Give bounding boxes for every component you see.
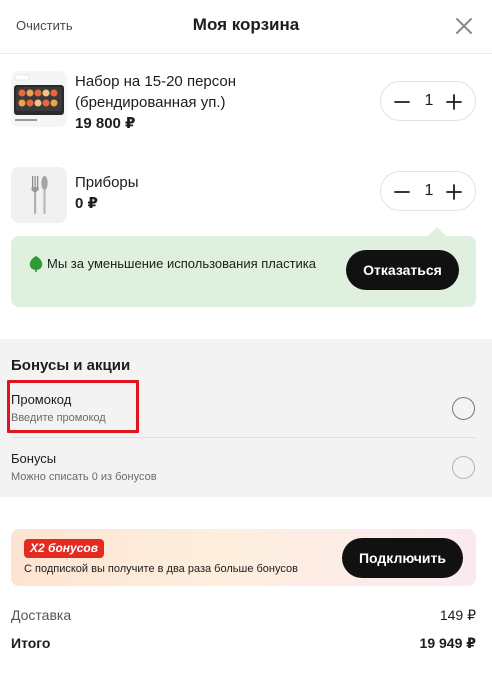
- delivery-label: Доставка: [11, 607, 72, 623]
- bonuses-label: Бонусы: [11, 451, 57, 466]
- cart-item: Набор на 15-20 персон (брендированная уп…: [0, 70, 492, 132]
- bonuses-section: Бонусы и акции Промокод Введите промокод…: [0, 339, 492, 497]
- cart-item: Приборы 0 ₽ 1: [0, 166, 492, 223]
- page-title: Моя корзина: [192, 15, 300, 34]
- quantity-stepper: 1: [380, 81, 476, 121]
- bonuses-option[interactable]: Бонусы Можно списать 0 из бонусов: [0, 445, 492, 495]
- close-button[interactable]: [452, 14, 476, 38]
- item-image[interactable]: [11, 167, 67, 223]
- divider: [11, 437, 476, 438]
- promo-code-radio[interactable]: [452, 397, 475, 420]
- minus-icon[interactable]: [393, 93, 411, 111]
- item-image[interactable]: [11, 71, 67, 127]
- quantity-stepper: 1: [380, 171, 476, 211]
- delivery-row: Доставка 149 ₽: [11, 607, 476, 627]
- x2-bonus-badge: X2 бонусов: [24, 539, 104, 558]
- bonuses-radio[interactable]: [452, 456, 475, 479]
- total-value: 19 949 ₽: [419, 635, 476, 651]
- quantity-value: 1: [424, 92, 434, 109]
- total-row: Итого 19 949 ₽: [11, 635, 476, 657]
- eco-banner-text: Мы за уменьшение использования пластика: [47, 256, 317, 271]
- total-label: Итого: [11, 635, 51, 651]
- item-info: Приборы 0 ₽: [75, 172, 139, 214]
- selection-highlight: [7, 380, 139, 433]
- item-info: Набор на 15-20 персон (брендированная уп…: [75, 71, 236, 134]
- eco-banner: Мы за уменьшение использования пластика …: [11, 227, 476, 307]
- subscription-text: С подпиской вы получите в два раза больш…: [24, 563, 298, 575]
- bonuses-available: Можно списать 0 из бонусов: [11, 471, 157, 483]
- item-name[interactable]: Набор на 15-20 персон: [75, 71, 236, 92]
- plus-icon[interactable]: [445, 93, 463, 111]
- item-name-secondary: (брендированная уп.): [75, 94, 226, 111]
- quantity-value: 1: [424, 182, 434, 199]
- item-name[interactable]: Приборы: [75, 172, 139, 193]
- decline-plastic-button[interactable]: Отказаться: [346, 250, 459, 290]
- cutlery-image: [11, 167, 67, 223]
- minus-icon[interactable]: [393, 183, 411, 201]
- plus-icon[interactable]: [445, 183, 463, 201]
- banner-pointer: [427, 227, 447, 237]
- delivery-value: 149 ₽: [439, 607, 476, 623]
- close-icon: [456, 18, 472, 34]
- subscription-banner: X2 бонусов С подпиской вы получите в два…: [11, 529, 476, 586]
- item-price: 0 ₽: [75, 195, 98, 212]
- cart-header: Очистить Моя корзина: [0, 0, 492, 54]
- food-set-image: [11, 71, 67, 127]
- section-title: Бонусы и акции: [11, 357, 131, 374]
- item-price: 19 800 ₽: [75, 115, 136, 132]
- subscribe-button[interactable]: Подключить: [342, 538, 463, 578]
